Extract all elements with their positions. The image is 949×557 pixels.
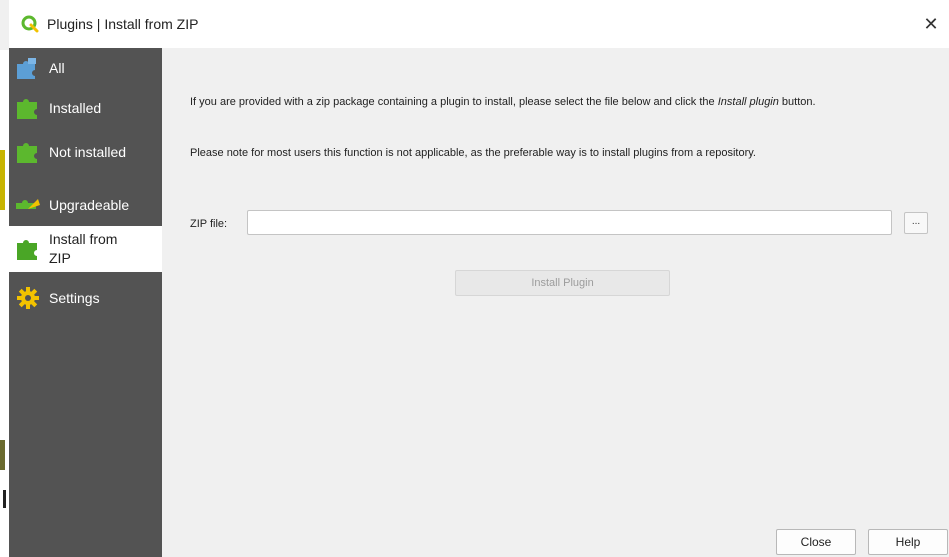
- sidebar-item-label: Install from ZIP: [49, 231, 118, 266]
- puzzle-upgrade-icon: [13, 192, 43, 218]
- note-text: Please note for most users this function…: [190, 147, 756, 159]
- puzzle-blue-icon: [13, 55, 43, 81]
- puzzle-green-icon: [13, 139, 43, 165]
- sidebar-item-all[interactable]: All: [9, 52, 162, 84]
- puzzle-green-icon: [13, 95, 43, 121]
- sidebar-item-installed[interactable]: Installed: [9, 92, 162, 124]
- title-bar: Plugins | Install from ZIP ✕: [9, 0, 949, 48]
- sidebar-item-label: Upgradeable: [49, 197, 130, 213]
- background-window-edge: [0, 50, 9, 557]
- qgis-logo-icon: [21, 15, 39, 33]
- sidebar-item-label: Not installed: [49, 144, 127, 160]
- instructions-text: If you are provided with a zip package c…: [190, 96, 816, 108]
- sidebar-item-settings[interactable]: Settings: [9, 282, 162, 314]
- sidebar: All Installed Not installed Upgradeable …: [9, 48, 162, 557]
- puzzle-zip-icon: [13, 236, 43, 262]
- plugins-dialog: Plugins | Install from ZIP ✕ All Install…: [0, 0, 949, 557]
- browse-button[interactable]: ...: [904, 212, 928, 234]
- sidebar-item-install-from-zip[interactable]: Install from ZIP: [9, 226, 162, 272]
- sidebar-item-upgradeable[interactable]: Upgradeable: [9, 188, 162, 222]
- zip-file-label: ZIP file:: [190, 218, 228, 230]
- close-window-icon[interactable]: ✕: [921, 14, 941, 34]
- sidebar-item-label: Settings: [49, 290, 100, 306]
- help-button[interactable]: Help: [868, 529, 948, 555]
- sidebar-item-label: Installed: [49, 100, 102, 116]
- sidebar-item-not-installed[interactable]: Not installed: [9, 136, 162, 168]
- install-plugin-button[interactable]: Install Plugin: [455, 270, 670, 296]
- main-panel: If you are provided with a zip package c…: [162, 48, 949, 557]
- window-title: Plugins | Install from ZIP: [47, 16, 199, 32]
- install-plugin-emphasis: Install plugin: [717, 96, 779, 108]
- zip-file-input[interactable]: [247, 210, 892, 235]
- sidebar-item-label: All: [49, 60, 65, 76]
- gear-icon: [13, 285, 43, 311]
- close-button[interactable]: Close: [776, 529, 856, 555]
